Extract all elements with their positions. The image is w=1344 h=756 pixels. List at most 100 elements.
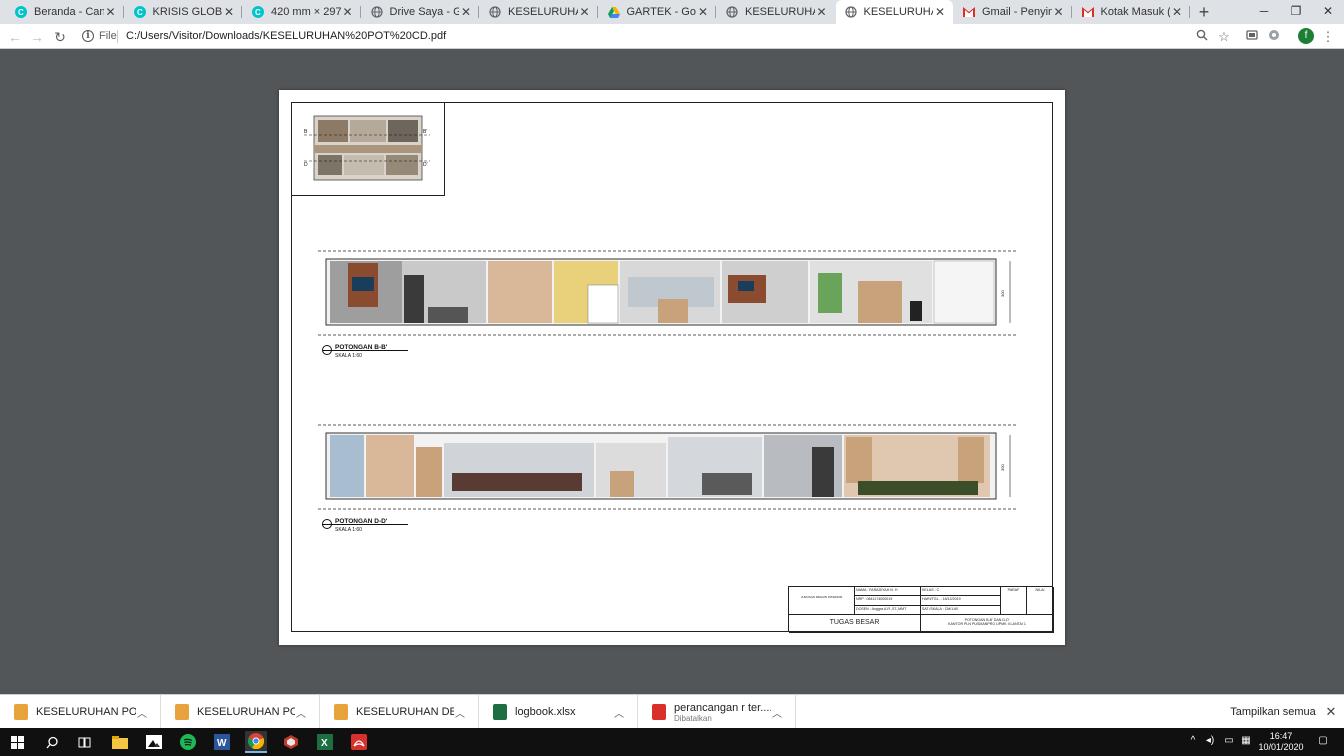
forward-button[interactable]: → <box>28 28 46 46</box>
notification-icon[interactable]: ▢ <box>1316 735 1330 746</box>
tab-title: 420 mm × 297 mm <box>271 6 341 18</box>
volume-icon[interactable]: ◂) <box>1203 735 1217 746</box>
download-item[interactable]: perancangan r ter....skpDibatalkan︿ <box>638 695 796 729</box>
tab-close-icon[interactable]: ✕ <box>1170 5 1184 19</box>
tab-separator <box>478 6 479 18</box>
zoom-search-icon[interactable] <box>1194 29 1210 45</box>
download-filename: logbook.xlsx <box>515 706 613 718</box>
tab-close-icon[interactable]: ✕ <box>222 5 236 19</box>
excel-file-icon <box>493 704 507 720</box>
tab-close-icon[interactable]: ✕ <box>578 5 592 19</box>
svg-text:C: C <box>255 8 261 17</box>
tab-title: Drive Saya - Google <box>389 6 460 18</box>
network-icon[interactable]: ▭ <box>1222 735 1236 746</box>
title-block-dosen: DOSEN : Anggra A.R.,ST.,MMT <box>855 606 921 615</box>
browser-tab[interactable]: C 420 mm × 297 mm✕ <box>243 0 361 24</box>
title-block-kelas: KELAS : C <box>921 587 1001 596</box>
section-bb-label: POTONGAN B-B' <box>335 344 388 351</box>
search-icon[interactable] <box>41 731 63 753</box>
keyplan-mark-b-prime: B' <box>423 129 427 135</box>
task-view-icon[interactable] <box>73 731 95 753</box>
tab-separator <box>359 6 361 18</box>
tab-title: Gmail - Penyimpan <box>982 6 1052 18</box>
tab-separator <box>1070 6 1072 18</box>
tab-close-icon[interactable]: ✕ <box>459 5 473 19</box>
acrobat-icon[interactable] <box>348 731 370 753</box>
download-filename: KESELURUHAN DE....pdf <box>356 706 454 718</box>
tab-close-icon[interactable]: ✕ <box>696 5 710 19</box>
download-item[interactable]: KESELURUHAN DE....pdf︿ <box>320 695 479 729</box>
start-icon[interactable] <box>6 731 28 753</box>
section-dd-label: POTONGAN D-D' <box>335 518 388 525</box>
back-button[interactable]: ← <box>6 28 24 46</box>
clock-time: 16:47 <box>1269 731 1293 741</box>
sketchup-icon[interactable] <box>280 731 302 753</box>
browser-tab[interactable]: C KRISIS GLOBAL✕ <box>125 0 242 24</box>
svg-text:X: X <box>321 738 328 749</box>
tab-close-icon[interactable]: ✕ <box>1052 5 1066 19</box>
section-dd-dimension: 300 <box>1000 464 1005 471</box>
close-download-shelf-button[interactable]: ✕ <box>1324 703 1338 721</box>
chevron-up-icon[interactable]: ︿ <box>613 705 625 720</box>
browser-tab[interactable]: GARTEK - Google D✕ <box>599 0 716 24</box>
title-block-institution: JURUSAN DESAIN INTERIOR <box>789 587 855 615</box>
reload-button[interactable]: ↻ <box>51 28 69 46</box>
scheme-label: File <box>99 30 117 42</box>
browser-tab[interactable]: KESELURUHAN PO✕ <box>717 0 835 24</box>
minimize-button[interactable]: ─ <box>1248 0 1280 22</box>
browser-tab[interactable]: Kotak Masuk (491)✕ <box>1073 0 1190 24</box>
download-item[interactable]: KESELURUHAN PO....pdf︿ <box>0 695 161 729</box>
excel-icon[interactable]: X <box>314 731 336 753</box>
section-dd-drawing: 300 <box>318 423 1018 513</box>
canva-icon: C <box>14 5 28 19</box>
browser-tab[interactable]: C Beranda - Canva✕ <box>6 0 124 24</box>
chevron-up-icon[interactable]: ︿ <box>295 705 307 720</box>
key-plan: B B' D D' <box>292 103 445 196</box>
browser-tab[interactable]: Drive Saya - Google✕ <box>362 0 479 24</box>
browser-tab[interactable]: KESELURUHAN DE✕ <box>480 0 598 24</box>
tab-title: Beranda - Canva <box>34 6 104 18</box>
omnibox-divider <box>117 30 118 43</box>
tab-close-icon[interactable]: ✕ <box>341 5 355 19</box>
taskbar-clock[interactable]: 16:47 10/01/2020 <box>1258 731 1304 753</box>
tab-close-icon[interactable]: ✕ <box>104 5 118 19</box>
photos-icon[interactable] <box>143 731 165 753</box>
file-explorer-icon[interactable] <box>109 731 131 753</box>
show-all-downloads-button[interactable]: Tampilkan semua <box>1230 703 1316 721</box>
word-icon[interactable]: W <box>211 731 233 753</box>
spotify-icon[interactable] <box>177 731 199 753</box>
extension-cast-icon[interactable] <box>1244 29 1260 45</box>
new-tab-button[interactable]: + <box>1194 2 1214 22</box>
browser-tab[interactable]: KESELURUHAN PO✕ <box>835 0 953 24</box>
download-item[interactable]: KESELURUHAN PO....pdf︿ <box>161 695 320 729</box>
profile-avatar[interactable]: f <box>1298 28 1314 44</box>
svg-text:W: W <box>217 738 227 749</box>
chevron-up-icon[interactable]: ︿ <box>771 705 783 720</box>
tab-close-icon[interactable]: ✕ <box>815 5 829 19</box>
download-name-text: KESELURUHAN PO....pdf <box>36 706 136 718</box>
pdf-file-icon <box>334 704 348 720</box>
chevron-up-icon[interactable]: ︿ <box>454 705 466 720</box>
info-icon[interactable]: i <box>82 30 94 42</box>
tab-separator <box>715 6 716 18</box>
tab-title: Kotak Masuk (491) <box>1100 6 1171 18</box>
address-bar[interactable]: C:/Users/Visitor/Downloads/KESELURUHAN%2… <box>126 30 446 42</box>
chrome-icon[interactable] <box>245 731 267 753</box>
window-close-button[interactable]: ✕ <box>1312 0 1344 22</box>
chevron-up-icon[interactable]: ︿ <box>136 705 148 720</box>
bookmark-star-icon[interactable]: ☆ <box>1216 29 1232 45</box>
menu-kebab-icon[interactable]: ⋮ <box>1320 29 1336 45</box>
tab-close-icon[interactable]: ✕ <box>933 5 947 19</box>
extension-puzzle-icon[interactable] <box>1266 29 1282 45</box>
title-block-judul: POTONGAN B-B' DAN D-D' KANTOR PLN PUSMAN… <box>921 615 1054 633</box>
tray-chevron-icon[interactable]: ^ <box>1186 735 1200 746</box>
keyplan-mark-b: B <box>304 129 308 135</box>
section-bb-scale: SKALA 1:60 <box>335 353 362 359</box>
browser-tab[interactable]: Gmail - Penyimpan✕ <box>954 0 1072 24</box>
tab-separator <box>122 6 124 18</box>
tab-separator <box>241 6 242 18</box>
download-item[interactable]: logbook.xlsx ︿ <box>479 695 638 729</box>
keyboard-icon[interactable]: ▦ <box>1239 735 1253 746</box>
tab-title: KRISIS GLOBAL <box>152 6 223 18</box>
restore-button[interactable]: ❐ <box>1280 0 1312 22</box>
